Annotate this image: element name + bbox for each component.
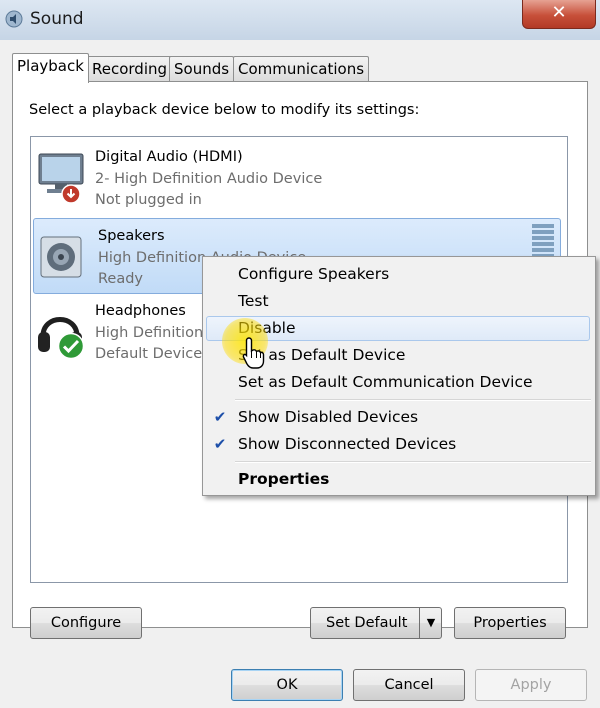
device-hdmi[interactable]: Digital Audio (HDMI) 2- High Definition … xyxy=(31,140,561,214)
menu-item-properties[interactable]: Properties xyxy=(206,467,590,492)
menu-item-show-disabled[interactable]: ✔ Show Disabled Devices xyxy=(206,405,590,430)
menu-separator xyxy=(235,399,591,401)
sound-app-icon xyxy=(5,10,23,28)
device-status: Not plugged in xyxy=(95,192,202,208)
checkmark-icon: ✔ xyxy=(213,435,227,453)
window-title: Sound xyxy=(30,9,84,29)
set-default-label: Set Default xyxy=(326,615,408,631)
close-button[interactable]: ✕ xyxy=(522,0,596,29)
instructions-text: Select a playback device below to modify… xyxy=(29,102,420,118)
tab-playback[interactable]: Playback xyxy=(12,53,89,83)
device-name: Digital Audio (HDMI) xyxy=(95,149,243,165)
context-menu: Configure Speakers Test Disable Set as D… xyxy=(202,256,596,496)
sound-dialog: Sound ✕ Playback Recording Sounds Commun… xyxy=(0,0,600,708)
menu-item-test[interactable]: Test xyxy=(206,289,590,314)
menu-item-show-disconnected[interactable]: ✔ Show Disconnected Devices xyxy=(206,432,590,457)
menu-item-set-default-communication[interactable]: Set as Default Communication Device xyxy=(206,370,590,395)
tab-sounds[interactable]: Sounds xyxy=(169,56,235,81)
checkmark-icon: ✔ xyxy=(213,408,227,426)
menu-item-label: Show Disconnected Devices xyxy=(238,435,457,453)
menu-separator xyxy=(235,461,591,463)
apply-button[interactable]: Apply xyxy=(475,669,587,701)
device-status: Ready xyxy=(98,271,144,287)
device-status: Default Device xyxy=(95,346,203,362)
device-name: Speakers xyxy=(98,228,165,244)
device-description: 2- High Definition Audio Device xyxy=(95,171,323,187)
speaker-icon xyxy=(40,236,82,278)
unplugged-arrow-icon xyxy=(61,184,81,204)
menu-item-configure-speakers[interactable]: Configure Speakers xyxy=(206,262,590,287)
properties-button[interactable]: Properties xyxy=(454,607,566,639)
set-default-button[interactable]: Set Default ▼ xyxy=(310,607,442,639)
default-check-icon xyxy=(57,332,85,360)
hand-cursor-icon xyxy=(242,337,265,369)
configure-button[interactable]: Configure xyxy=(30,607,142,639)
title-bar[interactable]: Sound ✕ xyxy=(0,0,600,40)
tab-recording[interactable]: Recording xyxy=(87,56,173,81)
tab-communications[interactable]: Communications xyxy=(233,56,370,81)
cancel-button[interactable]: Cancel xyxy=(353,669,465,701)
device-name: Headphones xyxy=(95,303,186,319)
chevron-down-icon[interactable]: ▼ xyxy=(419,608,442,638)
menu-item-label: Show Disabled Devices xyxy=(238,408,419,426)
ok-button[interactable]: OK xyxy=(231,669,343,701)
